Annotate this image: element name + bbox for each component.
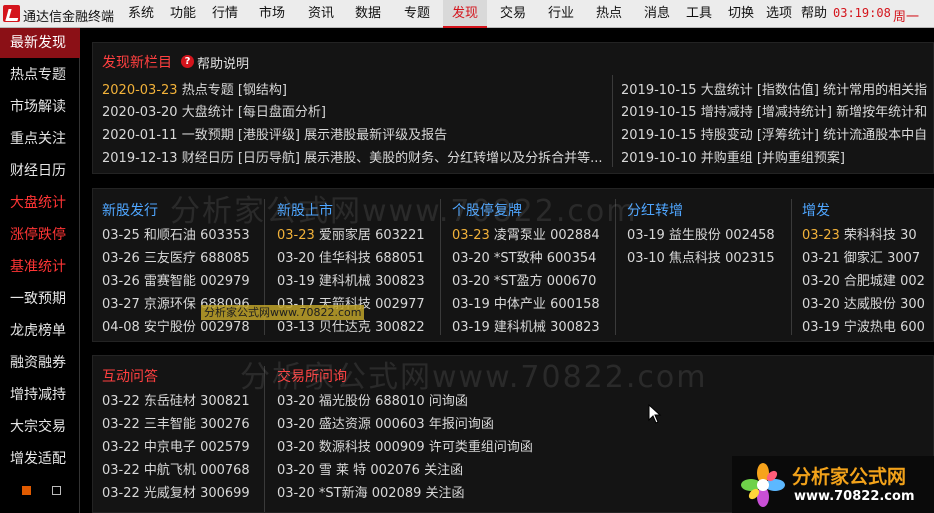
brand-logo: 分析家公式网 www.70822.com <box>732 456 934 513</box>
divider <box>615 199 616 335</box>
sidebar-item-consensus[interactable]: 一致预期 <box>0 284 80 314</box>
menu-item-quotes[interactable]: 行情 <box>206 0 244 28</box>
sidebar-item-hot-topics[interactable]: 热点专题 <box>0 60 80 90</box>
menu-item-hotspot[interactable]: 热点 <box>590 0 628 28</box>
table-row[interactable]: 03-20 雪 莱 特 002076 关注函 <box>277 459 463 478</box>
list-item[interactable]: 2019-12-13 财经日历 [日历导航] 展示港股、美股的财务、分红转增以及… <box>102 147 603 166</box>
inquiry-title[interactable]: 交易所问询 <box>277 366 347 386</box>
table-row[interactable]: 03-22 东岳硅材 300821 <box>102 390 250 409</box>
table-row[interactable]: 03-22 中航飞机 000768 <box>102 459 250 478</box>
table-row[interactable]: 03-20 佳华科技 688051 <box>277 247 425 266</box>
brand-name: 分析家公式网 <box>792 466 907 488</box>
table-row[interactable]: 03-25 和顺石油 603353 <box>102 224 250 243</box>
table-row[interactable]: 03-23 凌霄泵业 002884 <box>452 224 600 243</box>
table-row[interactable]: 03-22 光威复材 300699 <box>102 482 250 501</box>
sidebar-toggle-empty[interactable] <box>52 486 61 495</box>
list-item[interactable]: 2020-03-20 大盘统计 [每日盘面分析] <box>102 101 326 120</box>
sidebar-item-focus[interactable]: 重点关注 <box>0 124 80 154</box>
new-columns-title: 发现新栏目 <box>102 55 172 71</box>
table-row[interactable]: 03-20 盛达资源 000603 年报问询函 <box>277 413 494 432</box>
sidebar: 最新发现 热点专题 市场解读 重点关注 财经日历 大盘统计 涨停跌停 基准统计 … <box>0 28 80 513</box>
menu-item-options[interactable]: 选项 <box>760 0 798 28</box>
dividend-title[interactable]: 分红转增 <box>627 200 683 220</box>
table-row[interactable]: 03-26 雷赛智能 002979 <box>102 270 250 289</box>
menu-item-function[interactable]: 功能 <box>164 0 202 28</box>
watermark-label: 分析家公式网www.70822.com <box>201 305 365 320</box>
weekday: 周一 <box>893 10 920 25</box>
divider <box>440 199 441 335</box>
table-row[interactable]: 03-19 益生股份 002458 <box>627 224 775 243</box>
mouse-cursor-icon <box>648 404 662 424</box>
table-row[interactable]: 03-22 中京电子 002579 <box>102 436 250 455</box>
table-row[interactable]: 03-21 御家汇 3007 <box>802 247 920 266</box>
menu-item-messages[interactable]: 消息 <box>638 0 676 28</box>
sidebar-item-placement[interactable]: 增发适配 <box>0 444 80 474</box>
sidebar-item-benchmark[interactable]: 基准统计 <box>0 252 80 282</box>
flower-logo-icon <box>741 463 785 507</box>
clock: 03:19:08 <box>833 6 891 20</box>
divider <box>612 75 613 167</box>
list-item[interactable]: 2019-10-15 增持减持 [增减持统计] 新增按年统计和 <box>621 101 927 120</box>
sidebar-item-market-stats[interactable]: 大盘统计 <box>0 188 80 218</box>
menu-item-tools[interactable]: 工具 <box>680 0 718 28</box>
menu-item-system[interactable]: 系统 <box>122 0 160 28</box>
help-link[interactable]: 帮助说明 <box>197 53 249 72</box>
sidebar-toggle-filled[interactable] <box>22 486 31 495</box>
sidebar-item-block-trade[interactable]: 大宗交易 <box>0 412 80 442</box>
divider <box>264 366 265 512</box>
menu-item-topics[interactable]: 专题 <box>398 0 436 28</box>
table-row[interactable]: 03-23 爱丽家居 603221 <box>277 224 425 243</box>
table-row[interactable]: 03-19 建科机械 300823 <box>452 316 600 335</box>
sidebar-item-market-analysis[interactable]: 市场解读 <box>0 92 80 122</box>
table-row[interactable]: 03-19 建科机械 300823 <box>277 270 425 289</box>
list-item[interactable]: 2020-01-11 一致预期 [港股评级] 展示港股最新评级及报告 <box>102 124 447 143</box>
table-row[interactable]: 03-19 宁波热电 600 <box>802 316 925 335</box>
new-columns-panel: 发现新栏目 ? 帮助说明 2020-03-23 热点专题 [钢结构] 2020-… <box>92 42 934 174</box>
brand-url: www.70822.com <box>794 489 915 504</box>
menu-item-trade[interactable]: 交易 <box>494 0 532 28</box>
sidebar-item-margin[interactable]: 融资融券 <box>0 348 80 378</box>
table-row[interactable]: 03-22 三丰智能 300276 <box>102 413 250 432</box>
menu-item-switch[interactable]: 切换 <box>722 0 760 28</box>
list-item[interactable]: 2019-10-10 并购重组 [并购重组预案] <box>621 147 845 166</box>
sidebar-item-calendar[interactable]: 财经日历 <box>0 156 80 186</box>
menu-item-industry[interactable]: 行业 <box>542 0 580 28</box>
ipo-issue-title[interactable]: 新股发行 <box>102 200 158 220</box>
divider <box>791 199 792 335</box>
table-row[interactable]: 03-20 *ST新海 002089 关注函 <box>277 482 465 501</box>
table-row[interactable]: 03-20 合肥城建 002 <box>802 270 925 289</box>
menu-bar: 通达信金融终端 系统 功能 行情 市场 资讯 数据 专题 发现 交易 行业 热点… <box>0 0 934 28</box>
sidebar-item-latest[interactable]: 最新发现 <box>0 28 80 58</box>
suspension-title[interactable]: 个股停复牌 <box>452 200 522 220</box>
table-row[interactable]: 03-20 达威股份 300 <box>802 293 925 312</box>
menu-item-help[interactable]: 帮助 <box>797 0 831 28</box>
table-row[interactable]: 03-19 中体产业 600158 <box>452 293 600 312</box>
table-row[interactable]: 03-20 福光股份 688010 问询函 <box>277 390 468 409</box>
list-item[interactable]: 2019-10-15 持股变动 [浮筹统计] 统计流通股本中自 <box>621 124 927 143</box>
table-row[interactable]: 03-20 *ST致种 600354 <box>452 247 596 266</box>
table-row[interactable]: 03-20 *ST盈方 000670 <box>452 270 596 289</box>
sidebar-item-dragon-tiger[interactable]: 龙虎榜单 <box>0 316 80 346</box>
table-row[interactable]: 03-10 焦点科技 002315 <box>627 247 775 266</box>
menu-item-news[interactable]: 资讯 <box>302 0 340 28</box>
sidebar-item-limit-up-down[interactable]: 涨停跌停 <box>0 220 80 250</box>
sidebar-item-holdings-change[interactable]: 增持减持 <box>0 380 80 410</box>
placement-title[interactable]: 增发 <box>802 200 830 220</box>
menu-item-data[interactable]: 数据 <box>349 0 387 28</box>
qa-title[interactable]: 互动问答 <box>102 366 158 386</box>
list-item[interactable]: 2019-10-15 大盘统计 [指数估值] 统计常用的相关指 <box>621 79 927 98</box>
help-icon[interactable]: ? <box>181 55 194 68</box>
table-row[interactable]: 03-20 数源科技 000909 许可类重组问询函 <box>277 436 533 455</box>
menu-item-market[interactable]: 市场 <box>253 0 291 28</box>
ipo-listing-title[interactable]: 新股上市 <box>277 200 333 220</box>
table-row[interactable]: 03-26 三友医疗 688085 <box>102 247 250 266</box>
list-item[interactable]: 2020-03-23 热点专题 [钢结构] <box>102 79 287 98</box>
app-logo-icon <box>3 5 20 22</box>
table-row[interactable]: 03-23 荣科科技 30 <box>802 224 917 243</box>
app-title: 通达信金融终端 <box>23 10 115 25</box>
menu-item-discover[interactable]: 发现 <box>443 0 487 28</box>
